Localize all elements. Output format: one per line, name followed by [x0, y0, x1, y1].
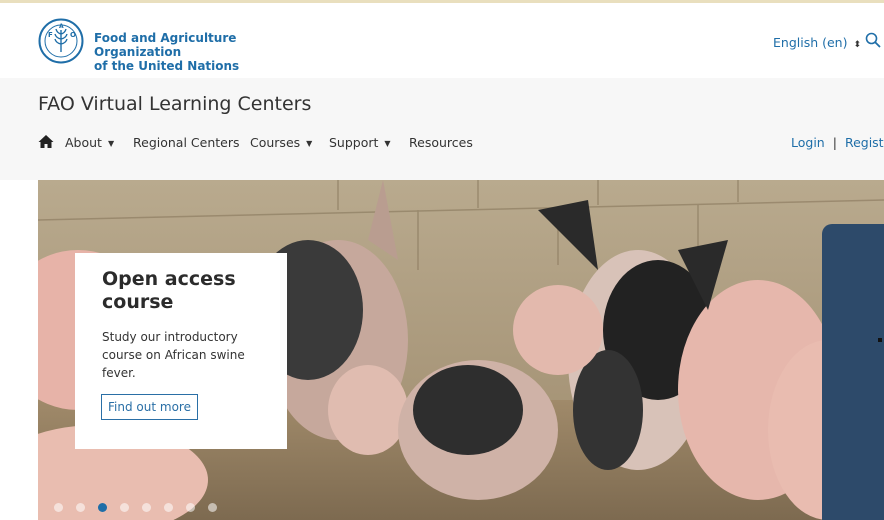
auth-separator: |	[832, 135, 837, 150]
side-panel[interactable]	[822, 224, 884, 520]
carousel-dot[interactable]	[164, 503, 173, 512]
org-name-line2: of the United Nations	[94, 59, 240, 73]
side-panel-marker	[878, 338, 882, 342]
nav-item-label: Courses	[250, 135, 301, 150]
register-link[interactable]: Registe	[845, 135, 884, 150]
login-link[interactable]: Login	[791, 135, 825, 150]
carousel-dot[interactable]	[186, 503, 195, 512]
carousel-dot[interactable]	[54, 503, 63, 512]
carousel-dot[interactable]	[120, 503, 129, 512]
svg-text:F: F	[48, 31, 53, 39]
carousel-dot[interactable]	[142, 503, 151, 512]
nav-item-resources[interactable]: Resources	[409, 135, 473, 150]
promo-text: Study our introductory course on African…	[102, 330, 245, 380]
nav-item-label: Regional Centers	[133, 135, 240, 150]
language-selector[interactable]: English (en) ⬍	[773, 35, 861, 50]
nav-item-about[interactable]: About ▼	[65, 135, 114, 150]
search-icon[interactable]	[865, 32, 881, 48]
svg-text:A: A	[59, 23, 64, 30]
chevron-down-icon: ▼	[384, 139, 391, 148]
chevron-down-icon: ▼	[306, 139, 313, 148]
nav-item-regional-centers[interactable]: Regional Centers	[133, 135, 239, 150]
find-out-more-button[interactable]: Find out more	[101, 394, 198, 420]
nav-item-courses[interactable]: Courses ▼	[250, 135, 312, 150]
promo-title: Open access course	[102, 268, 236, 313]
org-name[interactable]: Food and Agriculture Organization of the…	[94, 31, 314, 73]
chevron-updown-icon: ⬍	[853, 40, 862, 50]
nav-item-label: Support	[329, 135, 379, 150]
site-title[interactable]: FAO Virtual Learning Centers	[38, 93, 311, 115]
chevron-down-icon: ▼	[107, 139, 115, 148]
nav-item-support[interactable]: Support ▼	[329, 135, 391, 150]
carousel-dot-active[interactable]	[98, 503, 107, 512]
nav-item-label: About	[65, 135, 102, 150]
fao-logo-icon[interactable]: F O A	[38, 18, 84, 64]
svg-text:O: O	[70, 31, 76, 39]
org-name-line1: Food and Agriculture Organization	[94, 31, 237, 59]
nav-item-label: Resources	[409, 135, 473, 150]
main-nav: About ▼ Regional Centers Courses ▼ Support…	[0, 135, 884, 153]
language-selected: English (en)	[773, 35, 848, 50]
carousel-dot[interactable]	[208, 503, 217, 512]
carousel-dot[interactable]	[76, 503, 85, 512]
auth-links: Login | Registe	[791, 135, 884, 150]
